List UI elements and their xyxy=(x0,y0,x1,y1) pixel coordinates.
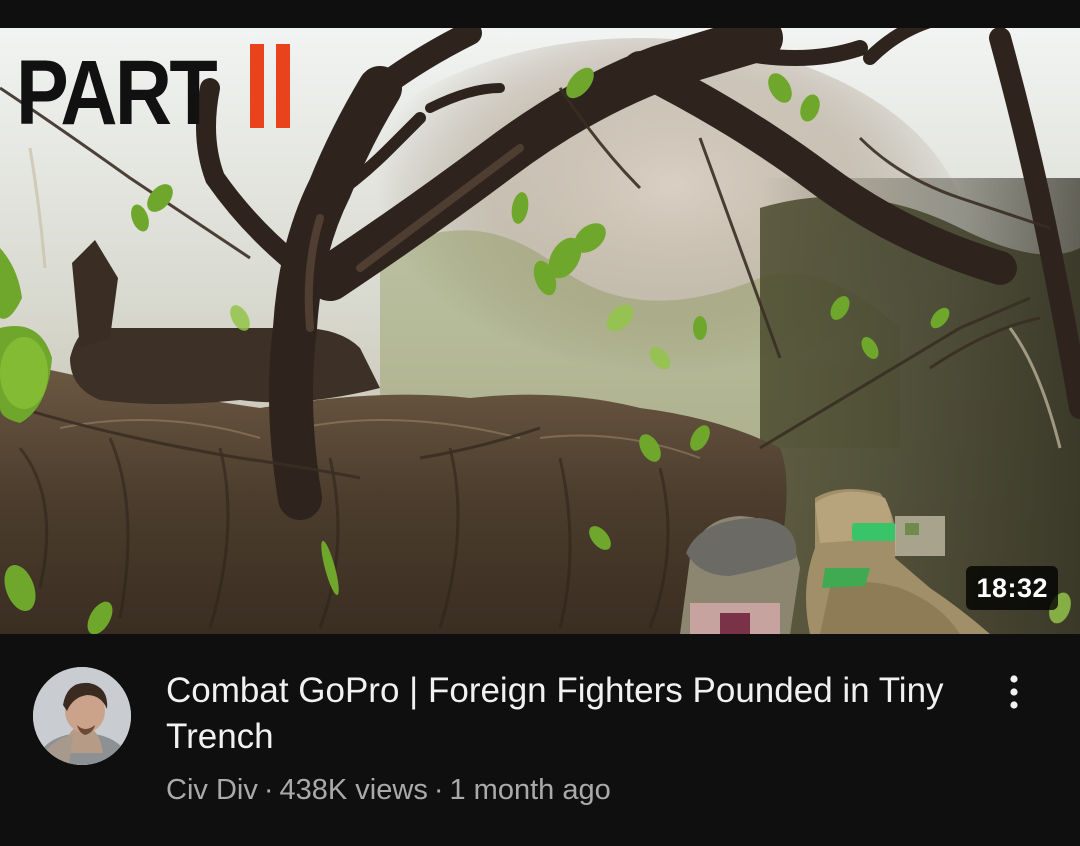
video-subline: Civ Div · 438K views · 1 month ago xyxy=(166,770,611,810)
meta-separator: · xyxy=(263,774,274,806)
duration-badge: 18:32 xyxy=(966,566,1058,610)
video-thumbnail[interactable]: PART II 18:32 xyxy=(0,28,1080,634)
video-title[interactable]: Combat GoPro | Foreign Fighters Pounded … xyxy=(166,668,966,760)
more-vert-icon xyxy=(1010,675,1018,709)
video-metadata: Combat GoPro | Foreign Fighters Pounded … xyxy=(0,634,1080,846)
upload-age: 1 month ago xyxy=(449,774,611,806)
part-overlay-numeral: II xyxy=(250,44,290,128)
part-overlay-text: PART xyxy=(16,42,218,144)
avatar-image xyxy=(33,667,131,765)
part-overlay: PART xyxy=(16,38,248,148)
more-options-button[interactable] xyxy=(992,670,1036,714)
channel-avatar[interactable] xyxy=(33,667,131,765)
video-card: PART II 18:32 Combat GoPro | Foreign Fig… xyxy=(0,0,1080,846)
meta-separator: · xyxy=(433,774,444,806)
channel-name[interactable]: Civ Div xyxy=(166,774,258,806)
view-count: 438K views xyxy=(279,774,428,806)
